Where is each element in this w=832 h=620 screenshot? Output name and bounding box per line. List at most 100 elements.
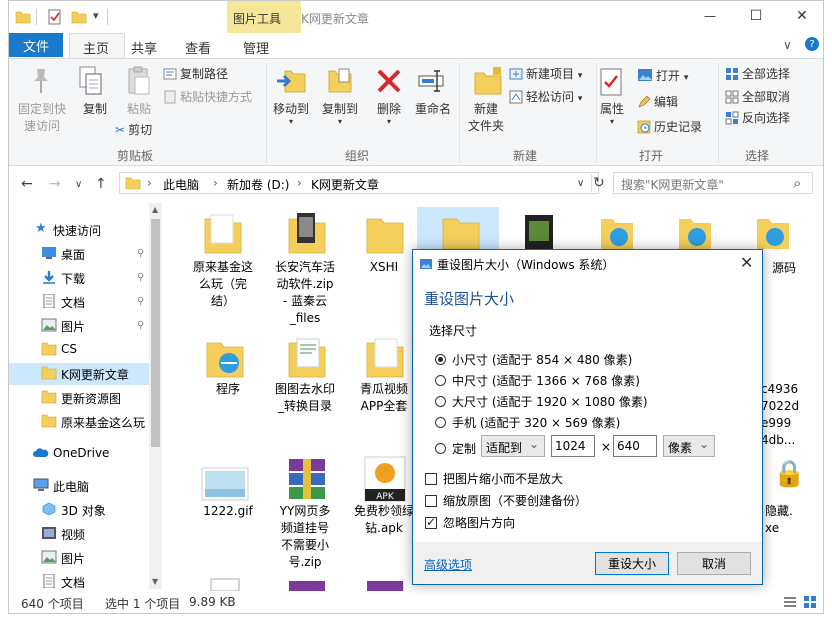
advanced-options-link[interactable]: 高级选项 — [424, 556, 472, 573]
radio-medium-size[interactable]: 中尺寸 (适配于 1366 × 768 像素) — [435, 372, 640, 389]
checkbox-ignore-orientation[interactable]: 忽略图片方向 — [425, 514, 515, 531]
new-item-button[interactable]: 新建项目 ▾ — [509, 65, 582, 82]
file-item-program[interactable]: 程序 — [189, 381, 267, 398]
folder-icon[interactable] — [441, 211, 481, 251]
tab-view[interactable]: 查看 — [185, 38, 211, 57]
minimize-button[interactable]: — — [687, 1, 733, 31]
tab-home[interactable]: 主页 — [83, 38, 109, 57]
nav-pc-pictures[interactable]: 图片 — [61, 550, 85, 567]
tab-share[interactable]: 共享 — [131, 38, 157, 57]
delete-button[interactable]: 删除 ▾ — [369, 101, 409, 126]
checkbox-shrink-only[interactable]: 把图片缩小而不是放大 — [425, 470, 563, 487]
resize-button[interactable]: 重设大小 — [595, 552, 669, 575]
breadcrumb-drive-d[interactable]: 新加卷 (D:) — [227, 176, 289, 193]
folder-icon[interactable] — [203, 211, 243, 257]
easy-access-button[interactable]: 轻松访问 ▾ — [509, 88, 582, 105]
gif-image-icon[interactable] — [201, 467, 249, 501]
winrar-archive-icon[interactable] — [365, 579, 405, 591]
help-icon[interactable]: ? — [805, 37, 819, 51]
nav-item-fund-folder[interactable]: 原来基金这么玩 — [61, 414, 145, 431]
dialog-close-button[interactable]: ✕ — [740, 253, 753, 272]
file-item-yy-zip[interactable]: YY网页多 频道挂号 不需要小 号.zip — [266, 503, 344, 571]
winrar-archive-icon[interactable] — [285, 457, 329, 501]
large-icons-view-icon[interactable] — [803, 595, 817, 609]
apk-file-icon[interactable]: APK — [363, 455, 407, 503]
document-folder-icon[interactable] — [287, 335, 327, 381]
breadcrumb-current-folder[interactable]: K网更新文章 — [311, 176, 379, 193]
fit-mode-select[interactable]: 适配到 ⌄ — [481, 435, 545, 457]
scroll-down-icon[interactable]: ▼ — [152, 577, 158, 586]
back-button[interactable]: ← — [21, 176, 33, 192]
radio-custom-size[interactable]: 定制 — [435, 440, 476, 457]
radio-indicator[interactable] — [435, 354, 446, 365]
file-item-1222-gif[interactable]: 1222.gif — [189, 503, 267, 520]
history-button[interactable]: 历史记录 — [637, 118, 702, 135]
tab-manage[interactable]: 管理 — [243, 38, 269, 57]
checkbox-indicator[interactable] — [425, 495, 437, 507]
copy-path-button[interactable]: 复制路径 — [163, 65, 228, 82]
nav-item-pictures[interactable]: 图片 — [61, 318, 85, 335]
edit-button[interactable]: 编辑 — [637, 93, 678, 110]
select-all-button[interactable]: 全部选择 — [725, 65, 790, 82]
new-folder-icon[interactable] — [71, 9, 87, 25]
select-none-button[interactable]: 全部取消 — [725, 88, 790, 105]
nav-item-k-articles[interactable]: K网更新文章 — [61, 366, 129, 383]
rename-button[interactable]: 重命名 — [411, 101, 455, 118]
nav-item-resource-images[interactable]: 更新资源图 — [61, 390, 121, 407]
file-item-partial-hash[interactable]: c4936 7022d e999 4db... — [761, 381, 811, 449]
folder-icon[interactable] — [365, 211, 405, 257]
custom-width-input[interactable]: 1024 — [551, 435, 595, 457]
video-folder-icon[interactable] — [521, 213, 557, 251]
recent-locations-button[interactable]: ∨ — [75, 179, 82, 190]
ie-folder-icon[interactable] — [677, 213, 713, 251]
scroll-up-icon[interactable]: ▲ — [152, 205, 158, 214]
checkbox-indicator[interactable] — [425, 515, 437, 529]
invert-selection-button[interactable]: 反向选择 — [725, 109, 790, 126]
file-item-partial-hidden[interactable]: 隐藏. xe — [765, 503, 815, 537]
radio-small-size[interactable]: 小尺寸 (适配于 854 × 480 像素) — [435, 351, 632, 368]
radio-indicator[interactable] — [435, 396, 446, 407]
forward-button[interactable]: → — [49, 176, 61, 192]
cancel-button[interactable]: 取消 — [677, 552, 751, 575]
radio-indicator[interactable] — [435, 417, 446, 428]
properties-check-icon[interactable] — [47, 9, 63, 25]
radio-phone-size[interactable]: 手机 (适配于 320 × 569 像素) — [435, 414, 620, 431]
search-icon[interactable]: ⌕ — [793, 174, 801, 192]
ribbon-expand-icon[interactable]: ∨ — [783, 38, 792, 52]
nav-item-documents[interactable]: 文档 — [61, 294, 85, 311]
nav-pc-documents[interactable]: 文档 — [61, 574, 85, 591]
nav-item-cs[interactable]: CS — [61, 342, 77, 356]
nav-onedrive[interactable]: OneDrive — [53, 446, 109, 460]
ie-folder-icon[interactable] — [205, 335, 245, 381]
checkbox-resize-original[interactable]: 缩放原图（不要创建备份） — [425, 492, 587, 509]
radio-indicator[interactable] — [435, 375, 446, 386]
move-to-button[interactable]: 移动到 ▾ — [269, 101, 313, 126]
pin-quick-access-button[interactable]: 固定到快 速访问 — [13, 101, 71, 135]
unit-select[interactable]: 像素 ⌄ — [663, 435, 715, 457]
breadcrumb-this-pc[interactable]: 此电脑 — [163, 176, 199, 193]
nav-item-downloads[interactable]: 下载 — [61, 270, 85, 287]
file-item-partial-source[interactable]: 源码 — [772, 259, 796, 276]
ie-folder-icon[interactable] — [755, 213, 791, 251]
checkbox-indicator[interactable] — [425, 473, 437, 485]
copy-to-button[interactable]: 复制到 ▾ — [318, 101, 362, 126]
nav-this-pc[interactable]: 此电脑 — [53, 478, 89, 495]
folder-icon[interactable] — [365, 335, 405, 381]
custom-height-input[interactable]: 640 — [613, 435, 657, 457]
nav-quick-access[interactable]: 快速访问 — [53, 222, 101, 239]
nav-item-desktop[interactable]: 桌面 — [61, 246, 85, 263]
file-item-watermark-dir[interactable]: 图图去水印 _转换目录 — [266, 381, 344, 415]
cut-button[interactable]: ✂ 剪切 — [115, 121, 152, 138]
paste-shortcut-button[interactable]: 粘贴快捷方式 — [163, 88, 252, 105]
paste-button[interactable]: 粘贴 — [119, 101, 159, 118]
folder-with-image-icon[interactable] — [287, 211, 327, 257]
new-folder-button[interactable]: 新建 文件夹 — [461, 101, 511, 135]
details-view-icon[interactable] — [783, 595, 797, 609]
open-button[interactable]: 打开 ▾ — [637, 67, 688, 84]
nav-pc-3d-objects[interactable]: 3D 对象 — [61, 502, 106, 519]
lock-file-icon[interactable]: 🔒 — [773, 459, 805, 489]
address-dropdown-icon[interactable]: ∨ — [577, 178, 584, 189]
tab-file[interactable]: 文件 — [9, 33, 63, 57]
radio-large-size[interactable]: 大尺寸 (适配于 1920 × 1080 像素) — [435, 393, 648, 410]
nav-scrollbar-thumb[interactable] — [151, 219, 160, 447]
